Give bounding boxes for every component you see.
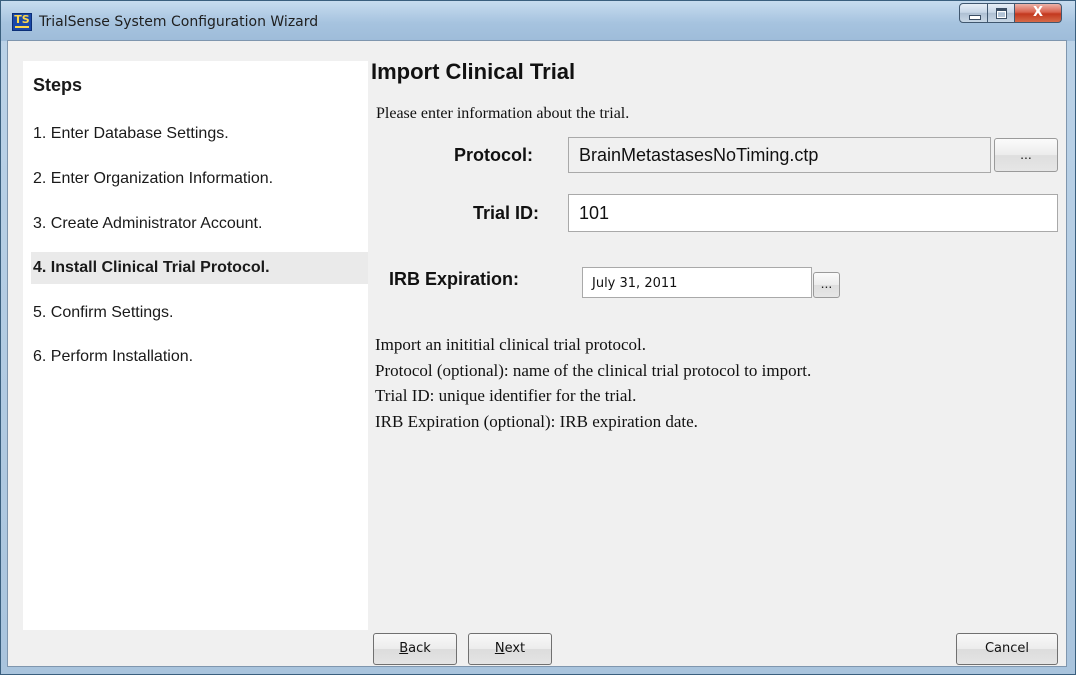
step-item: 5. Confirm Settings.: [33, 304, 174, 321]
back-button[interactable]: Back: [373, 633, 457, 665]
date-picker-button[interactable]: ...: [813, 272, 840, 298]
title-bar[interactable]: TS TrialSense System Configuration Wizar…: [1, 1, 1075, 41]
steps-heading: Steps: [33, 75, 83, 95]
window-title: TrialSense System Configuration Wizard: [39, 14, 319, 30]
maximize-button[interactable]: [988, 3, 1015, 23]
step-item: 1. Enter Database Settings.: [33, 125, 229, 142]
next-button[interactable]: Next: [468, 633, 552, 665]
window-controls: X: [959, 3, 1062, 24]
help-line: IRB Expiration (optional): IRB expiratio…: [375, 412, 698, 432]
next-mnemonic: N: [494, 641, 505, 656]
protocol-browse-button[interactable]: ...: [994, 138, 1058, 172]
app-icon: TS: [12, 13, 32, 31]
irb-expiration-label: IRB Expiration:: [389, 269, 520, 289]
step-item: 3. Create Administrator Account.: [33, 215, 263, 232]
protocol-field[interactable]: BrainMetastasesNoTiming.ctp: [568, 137, 991, 173]
page-title: Import Clinical Trial: [371, 59, 576, 84]
close-button[interactable]: X: [1015, 3, 1062, 23]
minimize-button[interactable]: [959, 3, 988, 23]
irb-expiration-field[interactable]: July 31, 2011: [582, 267, 812, 298]
protocol-label: Protocol:: [454, 145, 533, 165]
step-item: 6. Perform Installation.: [33, 348, 194, 365]
help-line: Import an inititial clinical trial proto…: [375, 335, 646, 354]
trial-id-input[interactable]: 101: [568, 194, 1058, 232]
next-label: ext: [504, 641, 526, 656]
back-label: ack: [408, 641, 431, 656]
help-line: Trial ID: unique identifier for the tria…: [375, 386, 637, 406]
step-item-active: 4. Install Clinical Trial Protocol.: [31, 252, 368, 284]
intro-text: Please enter information about the trial…: [376, 105, 630, 122]
help-line: Protocol (optional): name of the clinica…: [375, 360, 812, 380]
back-mnemonic: B: [399, 641, 409, 656]
trial-id-label: Trial ID:: [473, 203, 540, 223]
help-text: Import an inititial clinical trial proto…: [375, 332, 811, 435]
step-item: 2. Enter Organization Information.: [33, 170, 274, 187]
cancel-button[interactable]: Cancel: [956, 633, 1058, 665]
